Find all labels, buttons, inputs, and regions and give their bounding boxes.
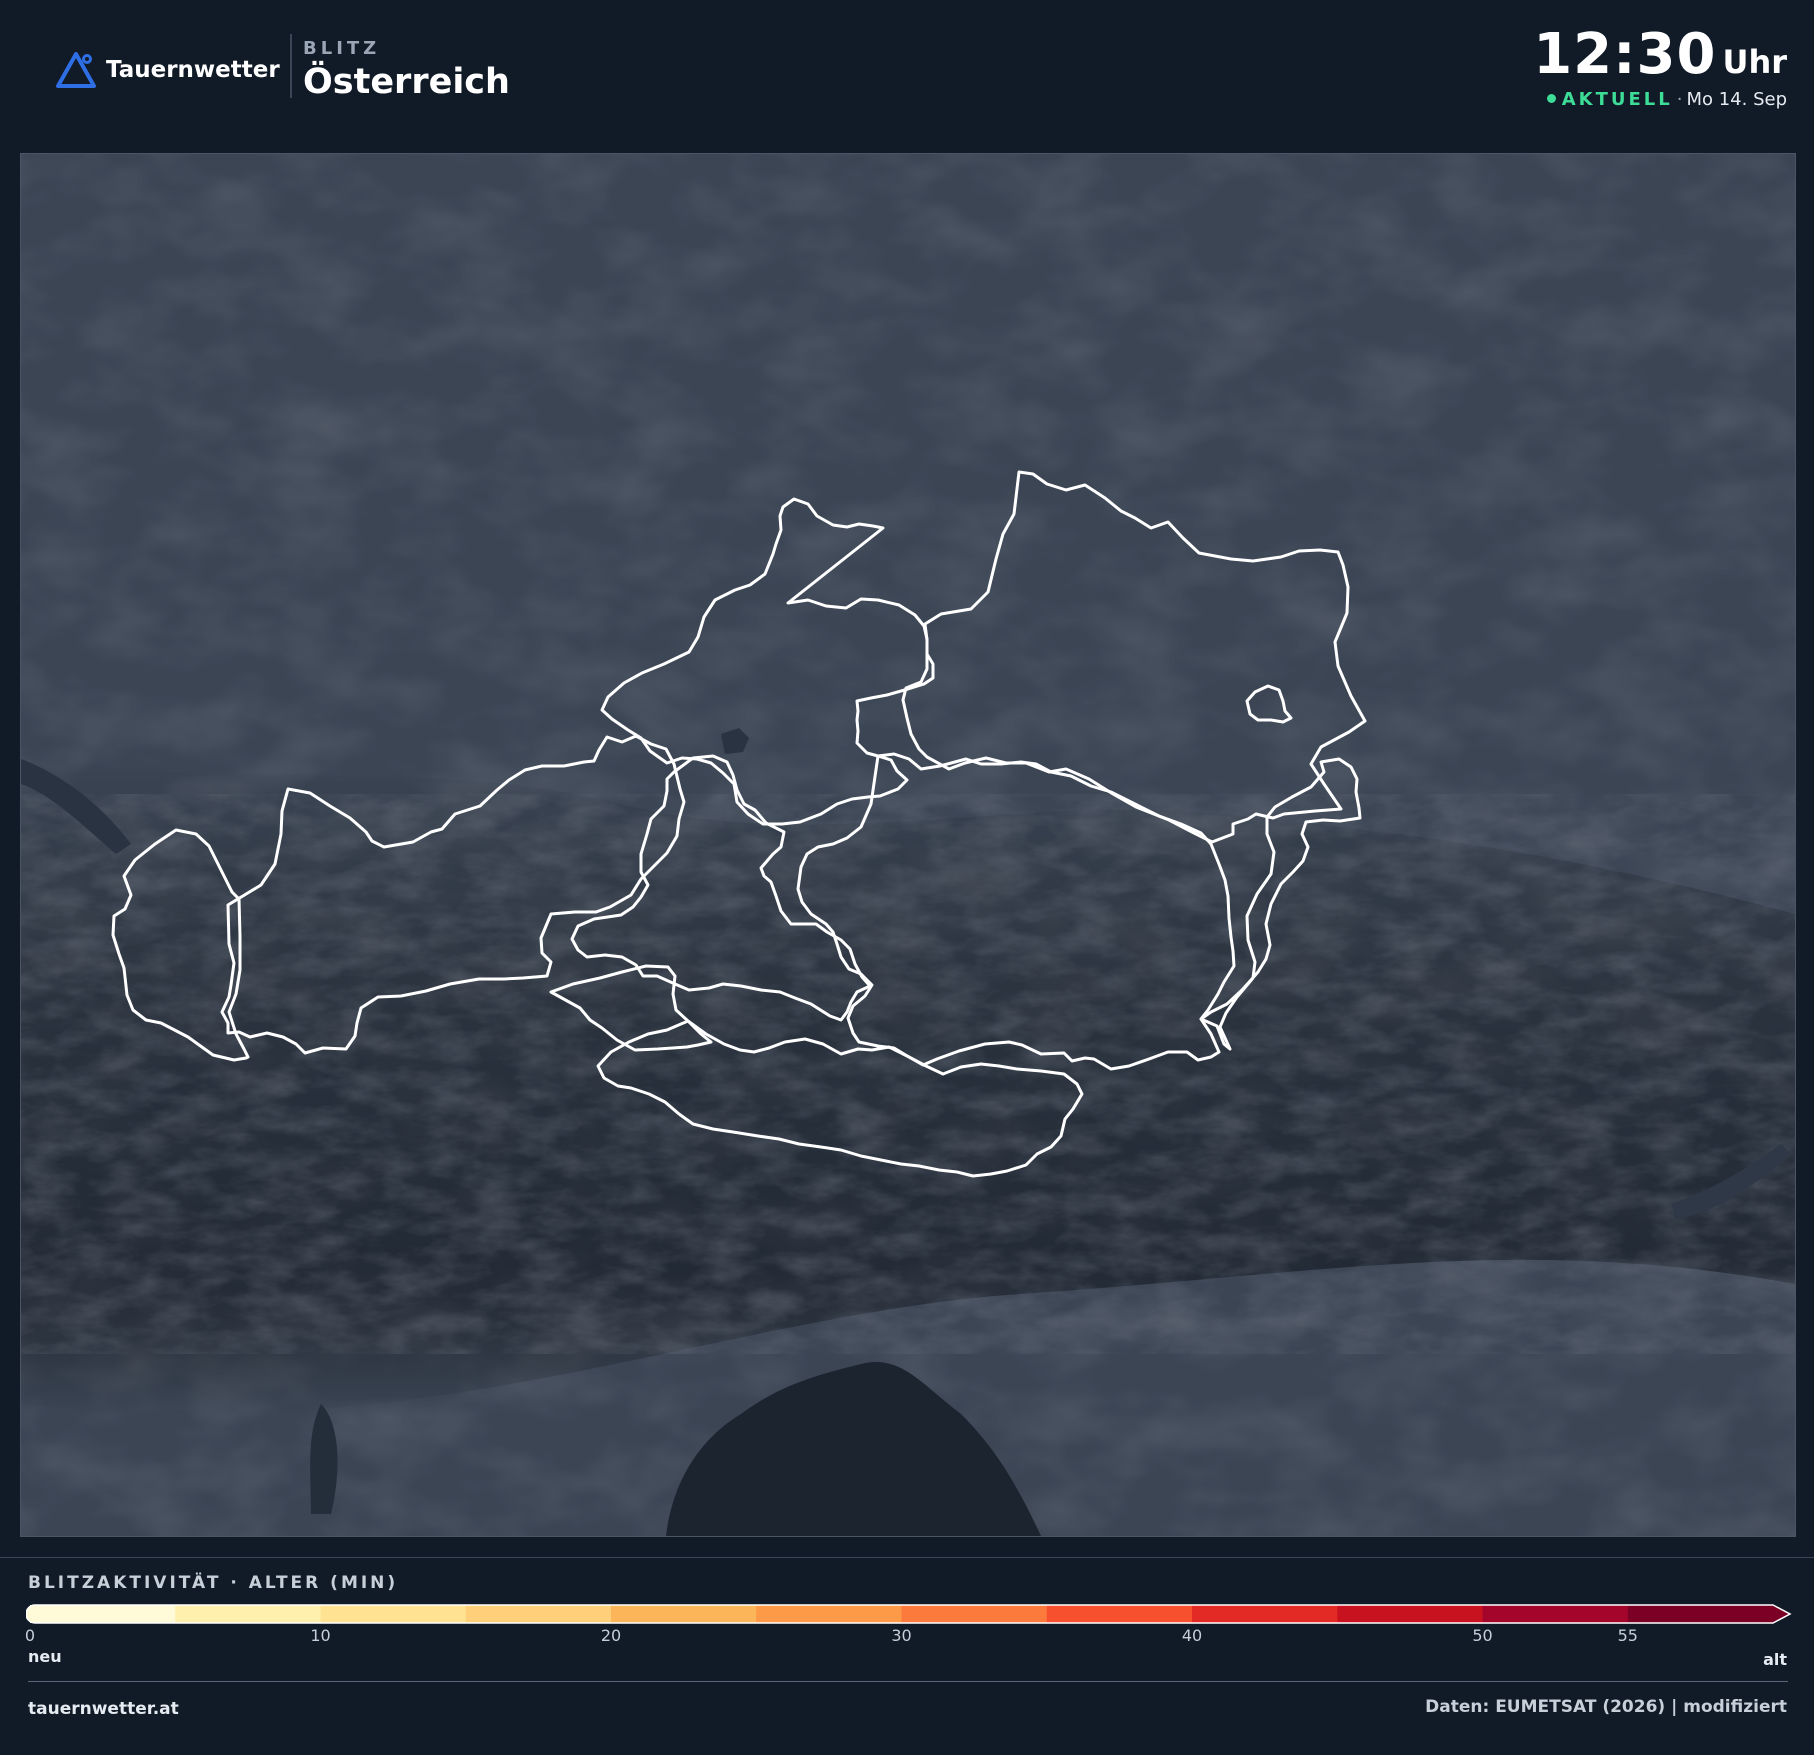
colorbar-tick-label: 40: [1181, 1626, 1203, 1645]
colorbar-segment: [901, 1605, 1048, 1623]
live-status-dot-icon: [1546, 94, 1556, 103]
legend-divider: [0, 1557, 1814, 1558]
footer-divider: [28, 1681, 1788, 1682]
colorbar-segment: [1627, 1605, 1774, 1623]
date-label: Mo 14. Sep: [1686, 89, 1787, 110]
data-credit: Daten: EUMETSAT (2026) | modifiziert: [1425, 1697, 1787, 1717]
map-canvas: [21, 154, 1795, 1536]
header-bar: Tauernwetter BLITZ Österreich 12:30 Uhr A…: [0, 0, 1814, 138]
product-kicker: BLITZ: [303, 38, 381, 59]
status-badge: AKTUELL: [1561, 89, 1673, 110]
colorbar-segment: [611, 1605, 757, 1623]
time-unit: Uhr: [1722, 43, 1787, 81]
colorbar-segment: [1337, 1605, 1483, 1623]
colorbar-segment: [756, 1605, 902, 1623]
colorbar-extend-arrow: [1773, 1605, 1790, 1623]
mountain-pin-logo-icon: [56, 52, 96, 88]
colorbar-segment: [1046, 1605, 1193, 1623]
colorbar-segment: [30, 1605, 176, 1623]
timestamp-block: 12:30 Uhr AKTUELL · Mo 14. Sep: [1533, 22, 1787, 110]
legend-title: BLITZAKTIVITÄT · ALTER (MIN): [28, 1573, 399, 1593]
brand-logo[interactable]: Tauernwetter: [56, 50, 280, 90]
colorbar-min-label: neu: [28, 1647, 62, 1666]
colorbar-tick-label: 0: [24, 1626, 36, 1645]
colorbar-max-label: alt: [1763, 1650, 1787, 1669]
colorbar-segment: [465, 1605, 612, 1623]
header-divider: [290, 34, 292, 98]
colorbar-tick-label: 55: [1617, 1626, 1638, 1645]
colorbar-tick-label: 30: [891, 1626, 912, 1645]
time-value: 12:30: [1533, 22, 1717, 87]
page-title: Österreich: [303, 62, 510, 102]
colorbar-segment: [175, 1605, 321, 1623]
age-colorbar: [26, 1604, 1792, 1624]
brand-name: Tauernwetter: [106, 57, 280, 83]
colorbar-segment: [1192, 1605, 1338, 1623]
colorbar-tick-label: 20: [600, 1626, 622, 1645]
basemap-ridge-texture: [21, 794, 1795, 1354]
colorbar-segment: [320, 1605, 467, 1623]
lightning-map[interactable]: [20, 153, 1796, 1537]
colorbar-segment: [1482, 1605, 1629, 1623]
status-separator: ·: [1676, 89, 1683, 110]
site-link[interactable]: tauernwetter.at: [28, 1699, 179, 1719]
colorbar-tick-label: 10: [310, 1626, 331, 1645]
colorbar-tick-label: 50: [1472, 1626, 1493, 1645]
